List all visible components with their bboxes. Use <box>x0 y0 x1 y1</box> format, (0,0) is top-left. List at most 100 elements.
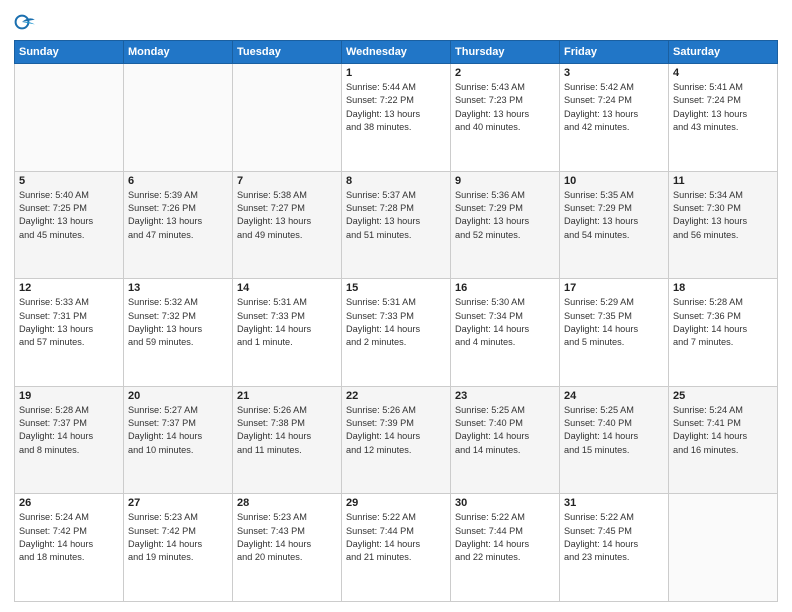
week-row-3: 19Sunrise: 5:28 AM Sunset: 7:37 PM Dayli… <box>15 386 778 494</box>
day-info: Sunrise: 5:24 AM Sunset: 7:42 PM Dayligh… <box>19 511 119 564</box>
day-number: 31 <box>564 497 664 509</box>
calendar-cell <box>233 64 342 172</box>
day-number: 13 <box>128 282 228 294</box>
day-number: 24 <box>564 390 664 402</box>
day-info: Sunrise: 5:30 AM Sunset: 7:34 PM Dayligh… <box>455 296 555 349</box>
calendar-cell: 24 Sunrise: 5:25 AM Sunset: 7:40 PM Dayli… <box>560 386 669 494</box>
day-info: Sunrise: 5:23 AM Sunset: 7:43 PM Dayligh… <box>237 511 337 564</box>
calendar-cell <box>669 494 778 602</box>
weekday-header-thursday: Thursday <box>451 41 560 64</box>
week-row-4: 26 Sunrise: 5:24 AM Sunset: 7:42 PM Dayli… <box>15 494 778 602</box>
calendar-cell: 12 Sunrise: 5:33 AM Sunset: 7:31 PM Dayli… <box>15 279 124 387</box>
calendar-cell: 5Sunrise: 5:40 AM Sunset: 7:25 PM Daylig… <box>15 171 124 279</box>
calendar-cell: 13Sunrise: 5:32 AM Sunset: 7:32 PM Dayli… <box>124 279 233 387</box>
day-number: 12 <box>19 282 119 294</box>
day-number: 15 <box>346 282 446 294</box>
logo-icon <box>14 10 38 34</box>
calendar-cell: 21 Sunrise: 5:26 AM Sunset: 7:38 PM Dayli… <box>233 386 342 494</box>
day-number: 26 <box>19 497 119 509</box>
day-number: 18 <box>673 282 773 294</box>
day-info: Sunrise: 5:27 AM Sunset: 7:37 PM Dayligh… <box>128 404 228 457</box>
calendar-cell: 26 Sunrise: 5:24 AM Sunset: 7:42 PM Dayli… <box>15 494 124 602</box>
calendar-cell: 25 Sunrise: 5:24 AM Sunset: 7:41 PM Dayli… <box>669 386 778 494</box>
day-info: Sunrise: 5:34 AM Sunset: 7:30 PM Dayligh… <box>673 189 773 242</box>
weekday-header-wednesday: Wednesday <box>342 41 451 64</box>
day-number: 19 <box>19 390 119 402</box>
day-number: 21 <box>237 390 337 402</box>
calendar-cell: 6 Sunrise: 5:39 AM Sunset: 7:26 PM Daylig… <box>124 171 233 279</box>
day-number: 25 <box>673 390 773 402</box>
day-number: 27 <box>128 497 228 509</box>
day-number: 17 <box>564 282 664 294</box>
day-number: 4 <box>673 67 773 79</box>
day-number: 8 <box>346 175 446 187</box>
day-info: Sunrise: 5:25 AM Sunset: 7:40 PM Dayligh… <box>564 404 664 457</box>
calendar-cell: 3 Sunrise: 5:42 AM Sunset: 7:24 PM Daylig… <box>560 64 669 172</box>
day-number: 5 <box>19 175 119 187</box>
calendar-cell: 4 Sunrise: 5:41 AM Sunset: 7:24 PM Daylig… <box>669 64 778 172</box>
day-number: 20 <box>128 390 228 402</box>
calendar-cell: 11Sunrise: 5:34 AM Sunset: 7:30 PM Dayli… <box>669 171 778 279</box>
calendar-cell: 19Sunrise: 5:28 AM Sunset: 7:37 PM Dayli… <box>15 386 124 494</box>
day-info: Sunrise: 5:23 AM Sunset: 7:42 PM Dayligh… <box>128 511 228 564</box>
day-number: 29 <box>346 497 446 509</box>
day-info: Sunrise: 5:35 AM Sunset: 7:29 PM Dayligh… <box>564 189 664 242</box>
calendar-cell: 8 Sunrise: 5:37 AM Sunset: 7:28 PM Daylig… <box>342 171 451 279</box>
day-number: 3 <box>564 67 664 79</box>
day-number: 6 <box>128 175 228 187</box>
day-number: 1 <box>346 67 446 79</box>
calendar-cell: 10Sunrise: 5:35 AM Sunset: 7:29 PM Dayli… <box>560 171 669 279</box>
week-row-2: 12 Sunrise: 5:33 AM Sunset: 7:31 PM Dayli… <box>15 279 778 387</box>
day-number: 9 <box>455 175 555 187</box>
calendar-cell: 17Sunrise: 5:29 AM Sunset: 7:35 PM Dayli… <box>560 279 669 387</box>
day-info: Sunrise: 5:44 AM Sunset: 7:22 PM Dayligh… <box>346 81 446 134</box>
calendar-body: 1 Sunrise: 5:44 AM Sunset: 7:22 PM Daylig… <box>15 64 778 602</box>
calendar-cell: 29 Sunrise: 5:22 AM Sunset: 7:44 PM Dayli… <box>342 494 451 602</box>
calendar-cell: 27 Sunrise: 5:23 AM Sunset: 7:42 PM Dayli… <box>124 494 233 602</box>
calendar-cell: 9 Sunrise: 5:36 AM Sunset: 7:29 PM Daylig… <box>451 171 560 279</box>
calendar-cell: 28Sunrise: 5:23 AM Sunset: 7:43 PM Dayli… <box>233 494 342 602</box>
day-info: Sunrise: 5:24 AM Sunset: 7:41 PM Dayligh… <box>673 404 773 457</box>
day-info: Sunrise: 5:36 AM Sunset: 7:29 PM Dayligh… <box>455 189 555 242</box>
day-number: 23 <box>455 390 555 402</box>
day-info: Sunrise: 5:37 AM Sunset: 7:28 PM Dayligh… <box>346 189 446 242</box>
calendar-cell <box>15 64 124 172</box>
day-info: Sunrise: 5:22 AM Sunset: 7:44 PM Dayligh… <box>346 511 446 564</box>
calendar-cell: 23 Sunrise: 5:25 AM Sunset: 7:40 PM Dayli… <box>451 386 560 494</box>
weekday-row: SundayMondayTuesdayWednesdayThursdayFrid… <box>15 41 778 64</box>
day-info: Sunrise: 5:22 AM Sunset: 7:44 PM Dayligh… <box>455 511 555 564</box>
calendar-cell: 30 Sunrise: 5:22 AM Sunset: 7:44 PM Dayli… <box>451 494 560 602</box>
day-info: Sunrise: 5:42 AM Sunset: 7:24 PM Dayligh… <box>564 81 664 134</box>
day-info: Sunrise: 5:39 AM Sunset: 7:26 PM Dayligh… <box>128 189 228 242</box>
calendar-cell: 14Sunrise: 5:31 AM Sunset: 7:33 PM Dayli… <box>233 279 342 387</box>
day-number: 30 <box>455 497 555 509</box>
header <box>14 10 778 34</box>
calendar-cell: 22 Sunrise: 5:26 AM Sunset: 7:39 PM Dayli… <box>342 386 451 494</box>
day-info: Sunrise: 5:41 AM Sunset: 7:24 PM Dayligh… <box>673 81 773 134</box>
calendar-header: SundayMondayTuesdayWednesdayThursdayFrid… <box>15 41 778 64</box>
day-info: Sunrise: 5:26 AM Sunset: 7:39 PM Dayligh… <box>346 404 446 457</box>
weekday-header-tuesday: Tuesday <box>233 41 342 64</box>
weekday-header-monday: Monday <box>124 41 233 64</box>
weekday-header-saturday: Saturday <box>669 41 778 64</box>
day-number: 22 <box>346 390 446 402</box>
weekday-header-friday: Friday <box>560 41 669 64</box>
weekday-header-sunday: Sunday <box>15 41 124 64</box>
calendar-cell: 20 Sunrise: 5:27 AM Sunset: 7:37 PM Dayli… <box>124 386 233 494</box>
calendar-cell: 31 Sunrise: 5:22 AM Sunset: 7:45 PM Dayli… <box>560 494 669 602</box>
calendar-table: SundayMondayTuesdayWednesdayThursdayFrid… <box>14 40 778 602</box>
day-info: Sunrise: 5:43 AM Sunset: 7:23 PM Dayligh… <box>455 81 555 134</box>
calendar-page: SundayMondayTuesdayWednesdayThursdayFrid… <box>0 0 792 612</box>
calendar-cell: 16Sunrise: 5:30 AM Sunset: 7:34 PM Dayli… <box>451 279 560 387</box>
week-row-1: 5Sunrise: 5:40 AM Sunset: 7:25 PM Daylig… <box>15 171 778 279</box>
calendar-cell: 15Sunrise: 5:31 AM Sunset: 7:33 PM Dayli… <box>342 279 451 387</box>
calendar-cell <box>124 64 233 172</box>
day-info: Sunrise: 5:33 AM Sunset: 7:31 PM Dayligh… <box>19 296 119 349</box>
day-info: Sunrise: 5:25 AM Sunset: 7:40 PM Dayligh… <box>455 404 555 457</box>
calendar-cell: 7Sunrise: 5:38 AM Sunset: 7:27 PM Daylig… <box>233 171 342 279</box>
day-info: Sunrise: 5:22 AM Sunset: 7:45 PM Dayligh… <box>564 511 664 564</box>
day-number: 2 <box>455 67 555 79</box>
calendar-cell: 18Sunrise: 5:28 AM Sunset: 7:36 PM Dayli… <box>669 279 778 387</box>
day-number: 7 <box>237 175 337 187</box>
day-info: Sunrise: 5:26 AM Sunset: 7:38 PM Dayligh… <box>237 404 337 457</box>
